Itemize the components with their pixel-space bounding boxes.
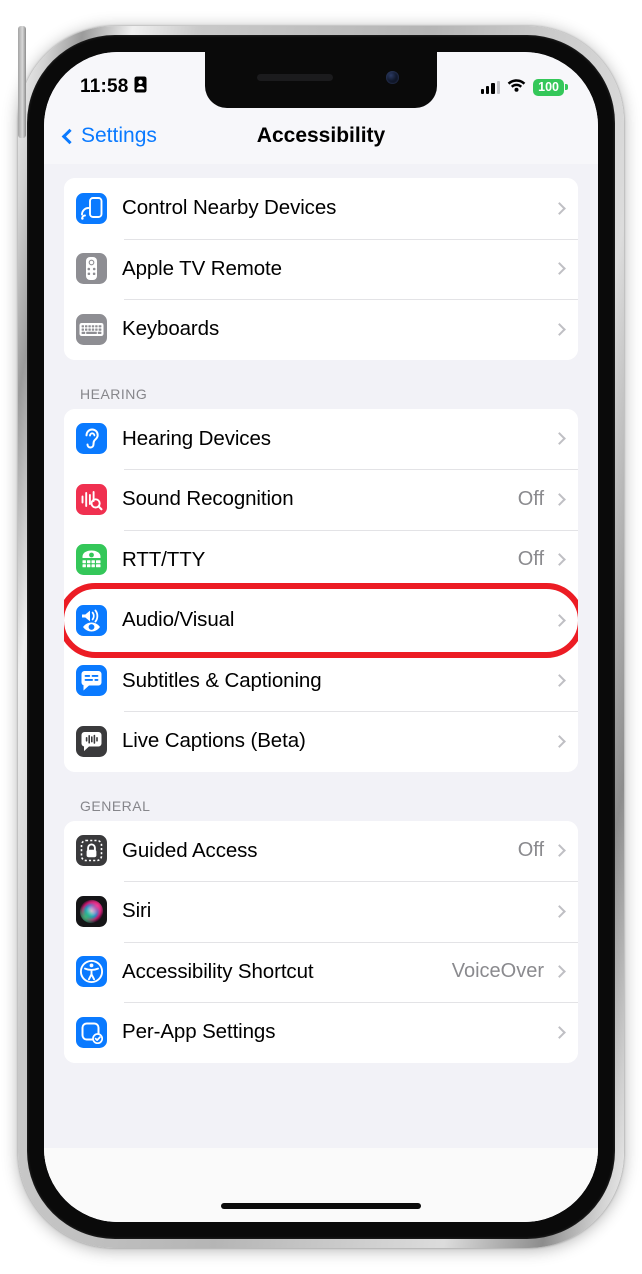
per-app-settings-icon xyxy=(76,1016,107,1048)
keyboards-icon xyxy=(76,313,107,345)
row-label: RTT/TTY xyxy=(122,547,206,571)
chevron-right-icon xyxy=(553,965,566,979)
id-card-icon xyxy=(134,76,147,98)
row-label: Siri xyxy=(122,899,152,923)
settings-row-accessibility-shortcut[interactable]: Accessibility Shortcut VoiceOver xyxy=(64,941,578,1002)
phone-bezel: 11:58 100 Settings Accessibility Control… xyxy=(27,35,615,1239)
row-value: Off xyxy=(517,548,544,571)
back-button[interactable]: Settings xyxy=(61,124,157,148)
group-header-general: GENERAL xyxy=(80,797,151,814)
row-value: Off xyxy=(517,839,544,862)
hearing-devices-icon xyxy=(76,423,107,455)
status-bar-right: 100 xyxy=(480,78,564,97)
settings-row-guided-access[interactable]: Guided Access Off xyxy=(64,820,578,881)
power-button[interactable] xyxy=(18,26,26,138)
bottom-safe-area xyxy=(44,1148,598,1222)
group-header-hearing: HEARING xyxy=(80,385,148,402)
status-time: 11:58 xyxy=(80,76,129,97)
row-value: VoiceOver xyxy=(451,960,544,983)
row-label: Guided Access xyxy=(122,838,258,862)
row-label: Per-App Settings xyxy=(122,1020,276,1044)
display-notch xyxy=(205,52,437,108)
row-label: Hearing Devices xyxy=(122,426,271,450)
settings-row-hearing-devices[interactable]: Hearing Devices xyxy=(64,408,578,469)
settings-row-subtitles-captioning[interactable]: Subtitles & Captioning xyxy=(64,650,578,711)
wifi-icon xyxy=(507,78,526,97)
settings-group: Hearing Devices Sound Recognition Off RTT… xyxy=(64,408,578,772)
control-nearby-devices-icon xyxy=(76,192,107,224)
chevron-right-icon xyxy=(553,432,566,446)
battery-indicator: 100 xyxy=(533,78,564,96)
settings-row-sound-recognition[interactable]: Sound Recognition Off xyxy=(64,469,578,530)
accessibility-shortcut-icon xyxy=(76,956,107,988)
chevron-right-icon xyxy=(553,734,566,748)
settings-row-live-captions-beta[interactable]: Live Captions (Beta) xyxy=(64,711,578,772)
settings-row-per-app-settings[interactable]: Per-App Settings xyxy=(64,1002,578,1063)
top-spacer xyxy=(64,164,578,178)
row-label: Keyboards xyxy=(122,317,220,341)
guided-access-icon xyxy=(76,835,107,867)
row-label: Live Captions (Beta) xyxy=(122,729,306,753)
chevron-right-icon xyxy=(553,201,566,215)
chevron-right-icon xyxy=(553,553,566,567)
settings-row-audio-visual[interactable]: Audio/Visual xyxy=(64,590,578,651)
sound-recognition-icon xyxy=(76,483,107,515)
settings-row-siri[interactable]: Siri xyxy=(64,881,578,942)
cellular-signal-icon xyxy=(480,80,501,94)
live-captions-icon xyxy=(76,725,107,757)
status-bar-left: 11:58 xyxy=(80,76,147,98)
siri-icon xyxy=(76,895,107,927)
home-indicator[interactable] xyxy=(221,1203,421,1209)
rtt-tty-icon xyxy=(76,544,107,576)
chevron-right-icon xyxy=(553,904,566,918)
settings-list[interactable]: Control Nearby Devices Apple TV Remote K… xyxy=(44,164,598,1222)
back-button-label: Settings xyxy=(81,124,157,147)
speaker-grille-icon xyxy=(257,74,333,81)
chevron-right-icon xyxy=(553,322,566,336)
chevron-left-icon xyxy=(61,128,78,144)
row-label: Subtitles & Captioning xyxy=(122,668,322,692)
settings-group: Guided Access Off Siri Accessibility Sho… xyxy=(64,820,578,1063)
chevron-right-icon xyxy=(553,262,566,276)
settings-group: Control Nearby Devices Apple TV Remote K… xyxy=(64,178,578,360)
row-label: Sound Recognition xyxy=(122,487,294,511)
chevron-right-icon xyxy=(553,613,566,627)
iphone-device-frame: 11:58 100 Settings Accessibility Control… xyxy=(18,26,624,1248)
row-label: Apple TV Remote xyxy=(122,256,282,280)
settings-row-keyboards[interactable]: Keyboards xyxy=(64,299,578,360)
subtitles-captioning-icon xyxy=(76,665,107,697)
navigation-bar: Settings Accessibility xyxy=(44,108,598,164)
chevron-right-icon xyxy=(553,844,566,858)
audio-visual-icon xyxy=(76,604,107,636)
row-label: Accessibility Shortcut xyxy=(122,959,314,983)
highlighted-row-wrapper: Audio/Visual xyxy=(64,583,578,658)
phone-screen: 11:58 100 Settings Accessibility Control… xyxy=(44,52,598,1222)
front-camera-icon xyxy=(386,71,399,84)
row-label: Audio/Visual xyxy=(122,608,235,632)
chevron-right-icon xyxy=(553,492,566,506)
settings-row-rtt-tty[interactable]: RTT/TTY Off xyxy=(64,529,578,590)
settings-row-apple-tv-remote[interactable]: Apple TV Remote xyxy=(64,238,578,299)
row-value: Off xyxy=(517,487,544,510)
apple-tv-remote-icon xyxy=(76,253,107,285)
row-label: Control Nearby Devices xyxy=(122,196,337,220)
chevron-right-icon xyxy=(553,674,566,688)
chevron-right-icon xyxy=(553,1025,566,1039)
settings-row-control-nearby-devices[interactable]: Control Nearby Devices xyxy=(64,178,578,239)
